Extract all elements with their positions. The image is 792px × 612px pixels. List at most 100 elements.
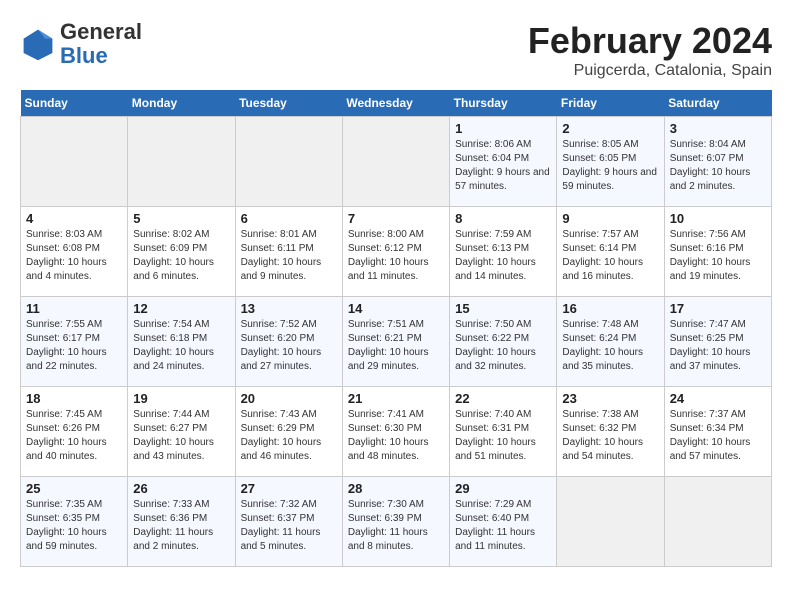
day-info: Sunrise: 7:59 AMSunset: 6:13 PMDaylight:… [455, 228, 551, 284]
day-info: Sunrise: 7:41 AMSunset: 6:30 PMDaylight:… [348, 408, 444, 464]
day-info: Sunrise: 8:03 AMSunset: 6:08 PMDaylight:… [26, 228, 122, 284]
day-info: Sunrise: 7:44 AMSunset: 6:27 PMDaylight:… [133, 408, 229, 464]
calendar-title: February 2024 [528, 20, 772, 62]
day-number: 22 [455, 391, 551, 406]
day-number: 14 [348, 301, 444, 316]
calendar-cell [342, 117, 449, 207]
logo-icon [20, 26, 56, 62]
calendar-cell [664, 477, 771, 567]
calendar-cell: 22Sunrise: 7:40 AMSunset: 6:31 PMDayligh… [450, 387, 557, 477]
day-info: Sunrise: 7:51 AMSunset: 6:21 PMDaylight:… [348, 318, 444, 374]
title-block: February 2024 Puigcerda, Catalonia, Spai… [528, 20, 772, 80]
calendar-cell: 5 Sunrise: 8:02 AMSunset: 6:09 PMDaylight… [128, 207, 235, 297]
calendar-cell: 3 Sunrise: 8:04 AMSunset: 6:07 PMDaylight… [664, 117, 771, 207]
day-info: Sunrise: 7:57 AMSunset: 6:14 PMDaylight:… [562, 228, 658, 284]
calendar-cell: 26 Sunrise: 7:33 AMSunset: 6:36 PMDayligh… [128, 477, 235, 567]
day-number: 3 [670, 121, 766, 136]
day-info: Sunrise: 7:37 AMSunset: 6:34 PMDaylight:… [670, 408, 766, 464]
day-number: 10 [670, 211, 766, 226]
calendar-cell: 14 Sunrise: 7:51 AMSunset: 6:21 PMDayligh… [342, 297, 449, 387]
logo: General Blue [20, 20, 142, 68]
day-info: Sunrise: 7:55 AMSunset: 6:17 PMDaylight:… [26, 318, 122, 374]
calendar-cell [21, 117, 128, 207]
calendar-cell: 21 Sunrise: 7:41 AMSunset: 6:30 PMDayligh… [342, 387, 449, 477]
day-info: Sunrise: 8:06 AMSunset: 6:04 PMDaylight:… [455, 138, 551, 194]
calendar-cell: 13Sunrise: 7:52 AMSunset: 6:20 PMDayligh… [235, 297, 342, 387]
day-info: Sunrise: 7:54 AMSunset: 6:18 PMDaylight:… [133, 318, 229, 374]
day-number: 25 [26, 481, 122, 496]
calendar-cell: 12 Sunrise: 7:54 AMSunset: 6:18 PMDayligh… [128, 297, 235, 387]
page-header: General Blue February 2024 Puigcerda, Ca… [20, 20, 772, 80]
calendar-cell: 6 Sunrise: 8:01 AMSunset: 6:11 PMDaylight… [235, 207, 342, 297]
day-number: 15 [455, 301, 551, 316]
day-info: Sunrise: 8:04 AMSunset: 6:07 PMDaylight:… [670, 138, 766, 194]
day-number: 17 [670, 301, 766, 316]
calendar-cell: 19 Sunrise: 7:44 AMSunset: 6:27 PMDayligh… [128, 387, 235, 477]
calendar-week-row: 25 Sunrise: 7:35 AMSunset: 6:35 PMDayligh… [21, 477, 772, 567]
day-number: 1 [455, 121, 551, 136]
calendar-cell: 24 Sunrise: 7:37 AMSunset: 6:34 PMDayligh… [664, 387, 771, 477]
day-info: Sunrise: 7:45 AMSunset: 6:26 PMDaylight:… [26, 408, 122, 464]
day-number: 26 [133, 481, 229, 496]
day-number: 5 [133, 211, 229, 226]
calendar-cell: 25 Sunrise: 7:35 AMSunset: 6:35 PMDayligh… [21, 477, 128, 567]
day-info: Sunrise: 7:48 AMSunset: 6:24 PMDaylight:… [562, 318, 658, 374]
day-number: 16 [562, 301, 658, 316]
calendar-cell: 23Sunrise: 7:38 AMSunset: 6:32 PMDayligh… [557, 387, 664, 477]
day-info: Sunrise: 8:01 AMSunset: 6:11 PMDaylight:… [241, 228, 337, 284]
day-info: Sunrise: 7:56 AMSunset: 6:16 PMDaylight:… [670, 228, 766, 284]
day-info: Sunrise: 8:05 AMSunset: 6:05 PMDaylight:… [562, 138, 658, 194]
day-number: 19 [133, 391, 229, 406]
day-number: 4 [26, 211, 122, 226]
day-number: 18 [26, 391, 122, 406]
weekday-header: Wednesday [342, 90, 449, 117]
day-info: Sunrise: 7:33 AMSunset: 6:36 PMDaylight:… [133, 498, 229, 554]
day-info: Sunrise: 7:38 AMSunset: 6:32 PMDaylight:… [562, 408, 658, 464]
calendar-cell: 29 Sunrise: 7:29 AMSunset: 6:40 PMDayligh… [450, 477, 557, 567]
calendar-cell: 17 Sunrise: 7:47 AMSunset: 6:25 PMDayligh… [664, 297, 771, 387]
calendar-week-row: 1 Sunrise: 8:06 AMSunset: 6:04 PMDaylight… [21, 117, 772, 207]
calendar-subtitle: Puigcerda, Catalonia, Spain [528, 62, 772, 80]
calendar-cell [128, 117, 235, 207]
weekday-header: Saturday [664, 90, 771, 117]
weekday-header-row: SundayMondayTuesdayWednesdayThursdayFrid… [21, 90, 772, 117]
calendar-table: SundayMondayTuesdayWednesdayThursdayFrid… [20, 90, 772, 567]
calendar-cell: 10 Sunrise: 7:56 AMSunset: 6:16 PMDayligh… [664, 207, 771, 297]
day-number: 24 [670, 391, 766, 406]
calendar-cell: 7 Sunrise: 8:00 AMSunset: 6:12 PMDaylight… [342, 207, 449, 297]
calendar-cell [557, 477, 664, 567]
day-info: Sunrise: 7:30 AMSunset: 6:39 PMDaylight:… [348, 498, 444, 554]
calendar-week-row: 11 Sunrise: 7:55 AMSunset: 6:17 PMDayligh… [21, 297, 772, 387]
weekday-header: Sunday [21, 90, 128, 117]
calendar-cell: 16 Sunrise: 7:48 AMSunset: 6:24 PMDayligh… [557, 297, 664, 387]
day-number: 11 [26, 301, 122, 316]
day-number: 12 [133, 301, 229, 316]
day-number: 13 [241, 301, 337, 316]
day-info: Sunrise: 7:35 AMSunset: 6:35 PMDaylight:… [26, 498, 122, 554]
day-info: Sunrise: 7:47 AMSunset: 6:25 PMDaylight:… [670, 318, 766, 374]
day-number: 7 [348, 211, 444, 226]
calendar-cell: 15Sunrise: 7:50 AMSunset: 6:22 PMDayligh… [450, 297, 557, 387]
day-info: Sunrise: 8:00 AMSunset: 6:12 PMDaylight:… [348, 228, 444, 284]
weekday-header: Monday [128, 90, 235, 117]
day-number: 9 [562, 211, 658, 226]
logo-text: General Blue [60, 20, 142, 68]
day-info: Sunrise: 7:32 AMSunset: 6:37 PMDaylight:… [241, 498, 337, 554]
calendar-cell: 2Sunrise: 8:05 AMSunset: 6:05 PMDaylight… [557, 117, 664, 207]
calendar-week-row: 4 Sunrise: 8:03 AMSunset: 6:08 PMDaylight… [21, 207, 772, 297]
day-info: Sunrise: 7:29 AMSunset: 6:40 PMDaylight:… [455, 498, 551, 554]
calendar-cell: 9 Sunrise: 7:57 AMSunset: 6:14 PMDaylight… [557, 207, 664, 297]
calendar-cell: 28 Sunrise: 7:30 AMSunset: 6:39 PMDayligh… [342, 477, 449, 567]
day-number: 8 [455, 211, 551, 226]
day-number: 28 [348, 481, 444, 496]
day-number: 29 [455, 481, 551, 496]
calendar-cell: 4 Sunrise: 8:03 AMSunset: 6:08 PMDaylight… [21, 207, 128, 297]
day-number: 21 [348, 391, 444, 406]
calendar-cell [235, 117, 342, 207]
day-number: 20 [241, 391, 337, 406]
calendar-cell: 11 Sunrise: 7:55 AMSunset: 6:17 PMDayligh… [21, 297, 128, 387]
day-number: 6 [241, 211, 337, 226]
day-info: Sunrise: 8:02 AMSunset: 6:09 PMDaylight:… [133, 228, 229, 284]
calendar-week-row: 18 Sunrise: 7:45 AMSunset: 6:26 PMDayligh… [21, 387, 772, 477]
weekday-header: Friday [557, 90, 664, 117]
